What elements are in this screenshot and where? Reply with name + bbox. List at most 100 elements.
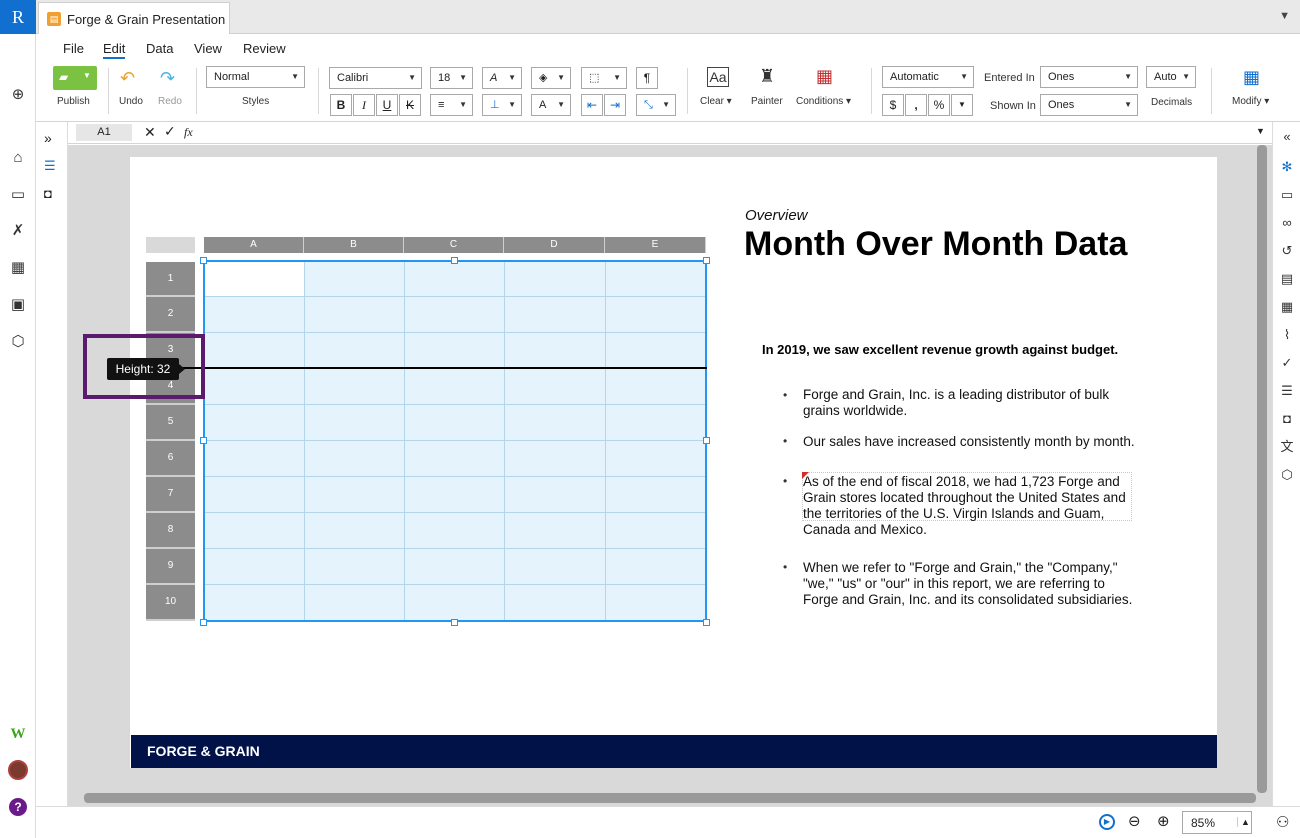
- increase-indent-button[interactable]: ⇥: [604, 94, 626, 116]
- redo-label[interactable]: Redo: [158, 96, 182, 107]
- resize-handle[interactable]: [200, 437, 207, 444]
- font-size-dropdown[interactable]: 18 ▼: [430, 67, 473, 89]
- vertical-scrollbar[interactable]: [1257, 145, 1267, 793]
- row-header-5[interactable]: 5: [146, 405, 195, 441]
- painter-label[interactable]: Painter: [751, 96, 783, 107]
- active-cell-a1[interactable]: [205, 262, 304, 296]
- redo-icon[interactable]: ↷: [160, 68, 175, 89]
- cube-icon[interactable]: ⬡: [1278, 466, 1296, 484]
- outline-icon[interactable]: ☰: [44, 158, 56, 174]
- add-icon[interactable]: ⊕: [8, 85, 28, 105]
- bullet-2[interactable]: Our sales have increased consistently mo…: [803, 434, 1148, 450]
- font-dropdown[interactable]: Calibri ▼: [329, 67, 422, 89]
- clear-format-dropdown[interactable]: A ▼: [482, 67, 522, 89]
- percent-button[interactable]: %: [928, 94, 950, 116]
- overview-label[interactable]: Overview: [745, 207, 808, 224]
- resize-handle[interactable]: [200, 619, 207, 626]
- menu-edit[interactable]: Edit: [103, 41, 126, 59]
- column-header-c[interactable]: C: [404, 237, 504, 253]
- decrease-indent-button[interactable]: ⇤: [581, 94, 603, 116]
- vertical-align-dropdown[interactable]: ⊥ ▼: [482, 94, 522, 116]
- zoom-out-icon[interactable]: ⊖: [1128, 812, 1141, 830]
- resize-handle[interactable]: [703, 257, 710, 264]
- attachment-icon[interactable]: ⌇: [1278, 326, 1296, 344]
- bold-button[interactable]: B: [330, 94, 352, 116]
- certificate-icon[interactable]: ▣: [8, 295, 28, 315]
- cell-reference[interactable]: A1: [76, 124, 132, 141]
- column-header-a[interactable]: A: [204, 237, 304, 253]
- fill-color-dropdown[interactable]: ◈ ▼: [531, 67, 571, 89]
- chevron-up-icon[interactable]: ▲: [1237, 817, 1250, 827]
- row-header-10[interactable]: 10: [146, 585, 195, 621]
- bullet-1[interactable]: Forge and Grain, Inc. is a leading distr…: [803, 387, 1123, 419]
- row-header-2[interactable]: 2: [146, 297, 195, 333]
- chevron-down-icon[interactable]: ▼: [1256, 126, 1265, 136]
- undo-icon[interactable]: ↶: [120, 68, 135, 89]
- spreadsheet-grid[interactable]: [203, 260, 707, 622]
- shown-in-dropdown[interactable]: Ones ▼: [1040, 94, 1138, 116]
- help-icon[interactable]: ?: [9, 798, 27, 816]
- style-dropdown[interactable]: Normal ▼: [206, 66, 305, 88]
- font-color-dropdown[interactable]: A ▼: [531, 94, 571, 116]
- menu-view[interactable]: View: [194, 41, 222, 56]
- row-header-7[interactable]: 7: [146, 477, 195, 513]
- list-icon[interactable]: ☰: [1278, 382, 1296, 400]
- resize-handle[interactable]: [451, 619, 458, 626]
- paragraph-mark-button[interactable]: ¶: [636, 67, 658, 89]
- clear-button[interactable]: Clear ▾: [700, 96, 732, 107]
- slide-title[interactable]: Month Over Month Data: [744, 225, 1127, 264]
- translate-icon[interactable]: 文: [1278, 438, 1296, 456]
- expand-panel-icon[interactable]: »: [44, 130, 52, 146]
- row-header-1[interactable]: 1: [146, 262, 195, 297]
- menu-file[interactable]: File: [63, 41, 84, 56]
- link-icon[interactable]: ∞: [1278, 214, 1296, 232]
- align-dropdown[interactable]: ≡ ▼: [430, 94, 473, 116]
- conditions-button[interactable]: Conditions ▾: [796, 96, 851, 107]
- function-icon[interactable]: fx: [184, 125, 193, 140]
- italic-button[interactable]: I: [353, 94, 375, 116]
- collapse-panel-icon[interactable]: «: [1278, 128, 1296, 146]
- intro-text[interactable]: In 2019, we saw excellent revenue growth…: [762, 342, 1118, 357]
- zoom-in-icon[interactable]: ⊕: [1157, 812, 1170, 830]
- folder-icon[interactable]: ▭: [8, 185, 28, 205]
- formula-icon[interactable]: ▤: [1278, 270, 1296, 288]
- app-logo[interactable]: R: [0, 0, 36, 34]
- check-icon[interactable]: ✓: [1278, 354, 1296, 372]
- avatar[interactable]: [8, 760, 28, 780]
- modify-table-icon[interactable]: ▦: [1243, 67, 1260, 88]
- tab-menu-icon[interactable]: ▼: [1279, 10, 1290, 22]
- select-all-corner[interactable]: [146, 237, 195, 253]
- slide-footer[interactable]: FORGE & GRAIN: [131, 735, 1217, 768]
- format-painter-icon[interactable]: ♜: [759, 66, 775, 87]
- resize-dropdown[interactable]: ⤡ ▼: [636, 94, 676, 116]
- clear-icon[interactable]: Aa: [707, 67, 729, 87]
- underline-button[interactable]: U: [376, 94, 398, 116]
- column-header-e[interactable]: E: [605, 237, 706, 253]
- menu-review[interactable]: Review: [243, 41, 286, 56]
- row-header-9[interactable]: 9: [146, 549, 195, 585]
- number-format-dropdown[interactable]: Automatic ▼: [882, 66, 974, 88]
- settings-icon[interactable]: ✻: [1278, 158, 1296, 176]
- workiva-icon[interactable]: W: [8, 724, 28, 744]
- history-icon[interactable]: ↺: [1278, 242, 1296, 260]
- resize-handle[interactable]: [200, 257, 207, 264]
- comment-icon[interactable]: ▭: [1278, 186, 1296, 204]
- column-header-b[interactable]: B: [304, 237, 404, 253]
- confirm-icon[interactable]: ✓: [164, 123, 176, 140]
- resize-handle[interactable]: [451, 257, 458, 264]
- bullet-3[interactable]: As of the end of fiscal 2018, we had 1,7…: [803, 474, 1133, 538]
- play-icon[interactable]: ▶: [1099, 814, 1115, 830]
- comma-button[interactable]: ,: [905, 94, 927, 116]
- bookmark-panel-icon[interactable]: ◘: [44, 186, 52, 201]
- user-icon[interactable]: ⚇: [1276, 813, 1289, 831]
- document-tab[interactable]: ▤ Forge & Grain Presentation: [38, 2, 230, 34]
- row-resize-guide[interactable]: [180, 367, 707, 369]
- conditions-icon[interactable]: ▦: [816, 66, 833, 87]
- zoom-field[interactable]: 85% ▲: [1182, 811, 1252, 834]
- resize-handle[interactable]: [703, 619, 710, 626]
- row-header-6[interactable]: 6: [146, 441, 195, 477]
- currency-button[interactable]: $: [882, 94, 904, 116]
- resize-handle[interactable]: [703, 437, 710, 444]
- tasks-icon[interactable]: ✗: [8, 221, 28, 241]
- undo-label[interactable]: Undo: [119, 96, 143, 107]
